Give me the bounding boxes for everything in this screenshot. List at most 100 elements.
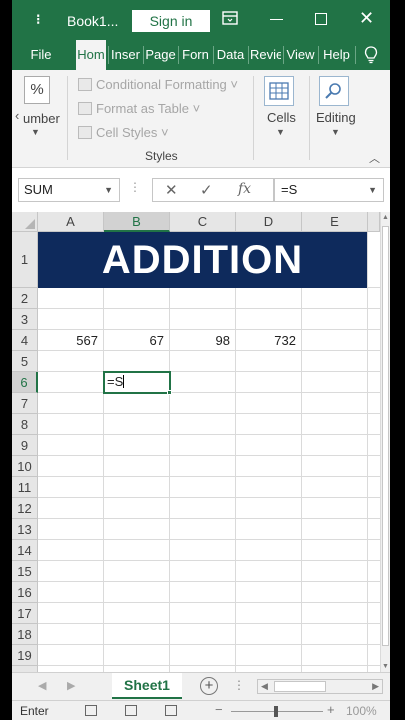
row-gridline — [38, 665, 380, 666]
chevron-down-icon[interactable]: ▼ — [104, 179, 113, 201]
cells-label[interactable]: Cells — [267, 110, 296, 125]
row-gridline — [38, 644, 380, 645]
select-all-button[interactable] — [12, 212, 38, 232]
row-header[interactable]: 11 — [12, 477, 38, 498]
tab-review[interactable]: Revie — [250, 40, 281, 70]
row-header[interactable]: 15 — [12, 561, 38, 582]
row-header[interactable]: 16 — [12, 582, 38, 603]
tab-separator — [143, 46, 144, 64]
worksheet-grid[interactable]: A B C D E 1 2 3 4 5 6 7 8 9 10 11 12 13 … — [12, 212, 380, 672]
row-gridline — [38, 455, 380, 456]
scroll-left-icon[interactable]: ◀ — [261, 681, 268, 692]
tab-help[interactable]: Help — [320, 40, 353, 70]
row-header[interactable]: 1 — [12, 232, 38, 288]
row-header[interactable]: 13 — [12, 519, 38, 540]
tab-page-layout[interactable]: Page — [145, 40, 176, 70]
row-header[interactable]: 8 — [12, 414, 38, 435]
insert-function-icon[interactable]: fx — [238, 181, 251, 197]
horizontal-scroll-thumb[interactable] — [274, 681, 326, 692]
column-gridline — [235, 232, 236, 672]
row-header[interactable]: 9 — [12, 435, 38, 456]
scroll-right-icon[interactable]: ▶ — [372, 681, 379, 692]
fill-handle[interactable] — [167, 390, 172, 395]
editing-icon[interactable] — [319, 76, 349, 106]
row-header[interactable]: 19 — [12, 645, 38, 666]
column-header-e[interactable]: E — [302, 212, 368, 232]
sheet-tab-sheet1[interactable]: Sheet1 — [112, 673, 182, 699]
row-header[interactable]: 12 — [12, 498, 38, 519]
cell-a4[interactable]: 567 — [38, 330, 104, 351]
cells-icon[interactable] — [264, 76, 294, 106]
select-all-icon — [25, 219, 35, 229]
row-header[interactable]: 10 — [12, 456, 38, 477]
row-header[interactable]: 7 — [12, 393, 38, 414]
vertical-scroll-thumb[interactable] — [382, 226, 389, 646]
format-as-table-label: Format as Table ˅ — [96, 101, 201, 116]
page-break-view-icon[interactable] — [165, 705, 177, 716]
ribbon-display-options-icon[interactable] — [222, 11, 238, 25]
number-group-label[interactable]: umber — [23, 111, 60, 126]
normal-view-icon[interactable] — [85, 705, 97, 716]
column-gridline — [169, 232, 170, 672]
minimize-icon[interactable] — [270, 19, 283, 20]
sign-in-button[interactable]: Sign in — [132, 10, 210, 32]
conditional-formatting-button[interactable]: Conditional Formatting ˅ — [78, 77, 238, 95]
cell-b4[interactable]: 67 — [104, 330, 170, 351]
cell-d4[interactable]: 732 — [236, 330, 302, 351]
zoom-out-icon[interactable]: − — [215, 702, 223, 717]
close-icon[interactable]: ✕ — [359, 8, 374, 29]
conditional-formatting-icon — [78, 78, 92, 91]
active-cell-b6[interactable]: =S — [103, 371, 171, 394]
formula-bar-resize-handle[interactable]: ⋮ — [129, 180, 141, 194]
previous-sheet-icon[interactable]: ◀ — [38, 679, 46, 692]
scroll-down-icon[interactable]: ▼ — [382, 663, 389, 670]
formula-input[interactable]: =S ▼ — [274, 178, 384, 202]
name-box[interactable]: SUM ▼ — [18, 178, 120, 202]
editing-label[interactable]: Editing — [316, 110, 356, 125]
cancel-icon[interactable]: ✕ — [165, 181, 178, 199]
maximize-icon[interactable] — [315, 13, 327, 25]
zoom-in-icon[interactable]: + — [327, 702, 335, 717]
row-header[interactable]: 3 — [12, 309, 38, 330]
row-header[interactable]: 18 — [12, 624, 38, 645]
quick-access-icon[interactable]: ⁝ — [36, 11, 40, 28]
zoom-slider-thumb[interactable] — [274, 706, 278, 717]
tab-view[interactable]: View — [285, 40, 316, 70]
column-header-f[interactable] — [368, 212, 380, 232]
tab-formulas[interactable]: Forn — [180, 40, 211, 70]
cell-styles-button[interactable]: Cell Styles ˅ — [78, 125, 169, 143]
row-header[interactable]: 5 — [12, 351, 38, 372]
expand-formula-bar-icon[interactable]: ▼ — [368, 179, 377, 201]
vertical-scrollbar[interactable]: ▲ ▼ — [380, 212, 390, 672]
column-header-d[interactable]: D — [236, 212, 302, 232]
row-header[interactable]: 2 — [12, 288, 38, 309]
lightbulb-icon[interactable] — [364, 46, 378, 64]
scroll-up-icon[interactable]: ▲ — [382, 214, 389, 221]
ribbon-scroll-left-icon[interactable]: ‹ — [15, 108, 19, 123]
number-format-icon[interactable]: % — [24, 76, 50, 104]
cell-c4[interactable]: 98 — [170, 330, 236, 351]
page-layout-view-icon[interactable] — [125, 705, 137, 716]
tab-file[interactable]: File — [20, 40, 62, 70]
enter-icon[interactable]: ✓ — [200, 181, 213, 199]
column-header-b[interactable]: B — [104, 212, 170, 232]
next-sheet-icon[interactable]: ▶ — [67, 679, 75, 692]
tab-home[interactable]: Hom — [76, 40, 106, 70]
row-header[interactable]: 14 — [12, 540, 38, 561]
horizontal-scrollbar[interactable]: ◀ ▶ — [257, 679, 383, 694]
add-sheet-icon[interactable]: + — [200, 677, 218, 695]
row-header[interactable]: 6 — [12, 372, 38, 393]
column-header-c[interactable]: C — [170, 212, 236, 232]
row-gridline — [38, 581, 380, 582]
zoom-level[interactable]: 100% — [346, 704, 377, 718]
tab-data[interactable]: Data — [215, 40, 246, 70]
tab-split-handle[interactable]: ⋮ — [233, 678, 245, 692]
row-gridline — [38, 518, 380, 519]
column-header-a[interactable]: A — [38, 212, 104, 232]
row-header[interactable]: 17 — [12, 603, 38, 624]
tab-insert[interactable]: Inser — [110, 40, 141, 70]
row-header[interactable]: 4 — [12, 330, 38, 351]
collapse-ribbon-icon[interactable]: ︿ — [369, 150, 380, 166]
addition-banner[interactable]: ADDITION — [38, 232, 367, 288]
format-as-table-button[interactable]: Format as Table ˅ — [78, 101, 200, 119]
